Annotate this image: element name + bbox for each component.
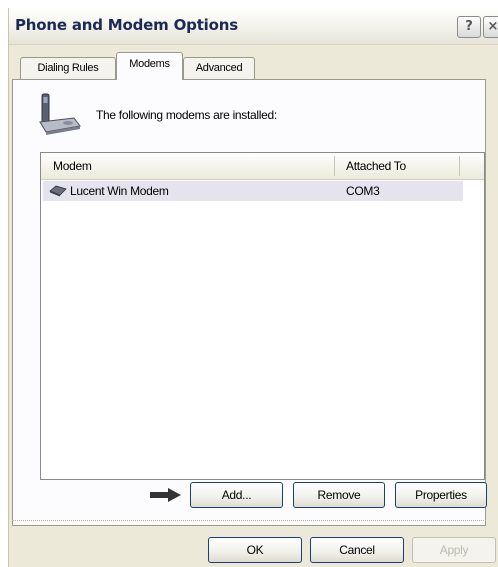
- column-header-modem[interactable]: Modem: [53, 159, 92, 173]
- list-header: Modem Attached To: [41, 153, 484, 180]
- modem-name-cell: Lucent Win Modem: [70, 184, 169, 198]
- title-bar[interactable]: Phone and Modem Options ? ×: [9, 8, 498, 45]
- properties-button[interactable]: Properties: [395, 482, 487, 508]
- ok-button-label: OK: [246, 543, 264, 557]
- modem-list[interactable]: Modem Attached To Lucent Win Modem COM3: [40, 152, 485, 480]
- column-divider[interactable]: [459, 156, 460, 176]
- tab-modems[interactable]: Modems: [116, 52, 183, 80]
- tab-dialing-rules[interactable]: Dialing Rules: [20, 57, 116, 79]
- column-divider[interactable]: [334, 156, 335, 176]
- cancel-button-label: Cancel: [339, 543, 375, 557]
- add-button-label: Add...: [221, 488, 252, 502]
- tab-label: Advanced: [195, 62, 243, 74]
- close-icon: ×: [487, 19, 498, 34]
- remove-button[interactable]: Remove: [293, 482, 385, 508]
- table-row[interactable]: Lucent Win Modem COM3: [43, 181, 463, 201]
- apply-button-label: Apply: [439, 543, 469, 557]
- help-icon: ?: [465, 19, 473, 34]
- column-header-attached-to[interactable]: Attached To: [346, 159, 406, 173]
- help-button[interactable]: ?: [457, 16, 481, 38]
- tab-label: Dialing Rules: [37, 62, 99, 74]
- apply-button[interactable]: Apply: [412, 537, 496, 563]
- ok-button[interactable]: OK: [208, 537, 302, 563]
- tab-label: Modems: [129, 58, 170, 70]
- close-button[interactable]: ×: [483, 16, 498, 38]
- phone-modem-icon: [39, 93, 81, 135]
- window-title: Phone and Modem Options: [15, 16, 238, 34]
- add-button[interactable]: Add...: [190, 482, 283, 508]
- tab-advanced[interactable]: Advanced: [183, 57, 255, 79]
- installed-modems-label: The following modems are installed:: [96, 108, 277, 122]
- attached-to-cell: COM3: [346, 184, 380, 198]
- properties-button-label: Properties: [415, 488, 467, 502]
- pointer-arrow-icon: [150, 488, 181, 502]
- remove-button-label: Remove: [317, 488, 361, 502]
- separator: [12, 520, 486, 521]
- cancel-button[interactable]: Cancel: [310, 537, 404, 563]
- modem-icon: [49, 185, 67, 197]
